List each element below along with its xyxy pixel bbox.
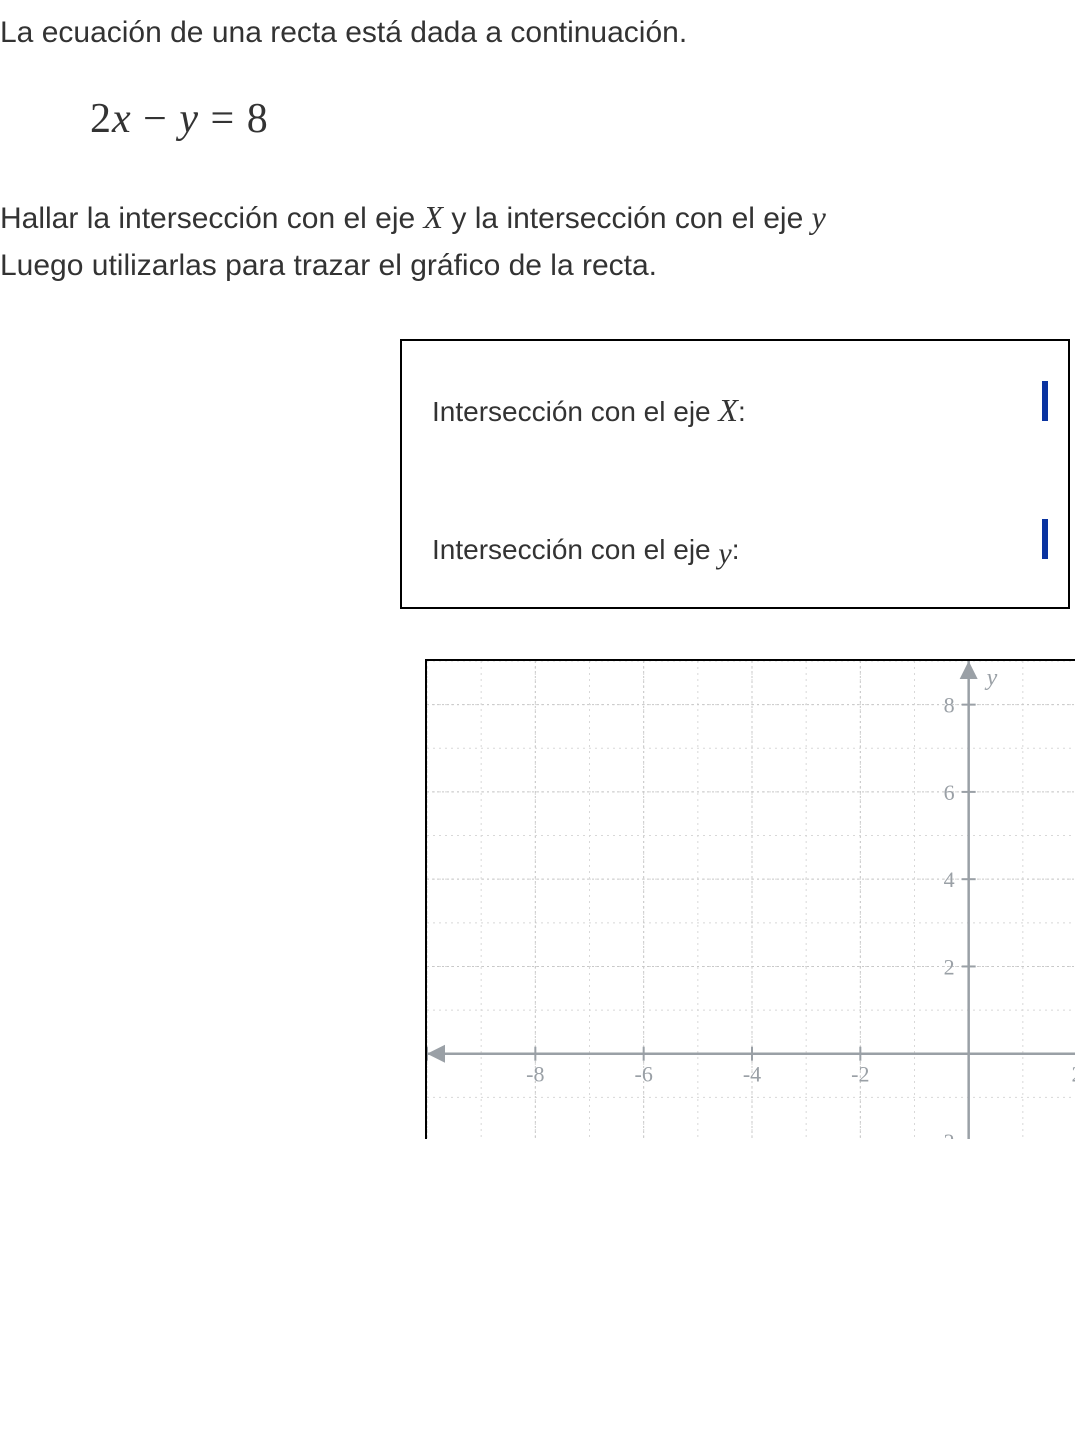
y-intercept-label-post: : xyxy=(732,534,740,565)
x-intercept-row: Intersección con el eje X: xyxy=(432,381,1048,429)
svg-text:-4: -4 xyxy=(743,1062,761,1087)
y-intercept-row: Intersección con el eje y: xyxy=(432,519,1048,567)
answer-box: Intersección con el eje X: Intersección … xyxy=(400,339,1070,609)
svg-text:y: y xyxy=(985,665,998,691)
instr-line2: Luego utilizarlas para trazar el gráfico… xyxy=(0,249,657,282)
intro-text: La ecuación de una recta está dada a con… xyxy=(0,10,1075,55)
y-intercept-var: y xyxy=(718,537,731,570)
svg-text:2: 2 xyxy=(944,955,955,980)
eq-var1: x xyxy=(112,96,132,142)
equation: 2x − y = 8 xyxy=(90,95,1075,143)
svg-text:4: 4 xyxy=(944,867,955,892)
x-intercept-label-pre: Intersección con el eje xyxy=(432,396,718,427)
svg-text:-2: -2 xyxy=(936,1129,954,1139)
graph-box[interactable]: -8 -6 -4 -2 2 -2 2 4 6 8 y xyxy=(425,659,1075,1139)
eq-coef1: 2 xyxy=(90,96,112,142)
x-intercept-label-post: : xyxy=(738,396,746,427)
svg-text:-6: -6 xyxy=(635,1062,653,1087)
svg-text:6: 6 xyxy=(944,780,955,805)
eq-op: − xyxy=(143,96,168,142)
x-intercept-var: X xyxy=(718,392,738,428)
eq-var2: y xyxy=(179,96,199,142)
y-intercept-input[interactable] xyxy=(1042,519,1048,559)
instructions: Hallar la intersección con el eje X y la… xyxy=(0,193,1075,289)
svg-text:2: 2 xyxy=(1072,1062,1075,1087)
svg-text:-2: -2 xyxy=(851,1062,869,1087)
eq-rhs: 8 xyxy=(247,96,269,142)
x-intercept-input[interactable] xyxy=(1042,381,1048,421)
eq-equals: = xyxy=(211,96,236,142)
y-intercept-label-pre: Intersección con el eje xyxy=(432,534,718,565)
instr-line1-mid: y la intersección con el eje xyxy=(443,202,812,235)
instr-line1-pre: Hallar la intersección con el eje xyxy=(0,202,424,235)
instr-var-y: y xyxy=(812,199,826,235)
svg-text:8: 8 xyxy=(944,693,955,718)
instr-var-x: X xyxy=(424,199,444,235)
graph-svg[interactable]: -8 -6 -4 -2 2 -2 2 4 6 8 y xyxy=(427,661,1075,1139)
svg-text:-8: -8 xyxy=(526,1062,544,1087)
